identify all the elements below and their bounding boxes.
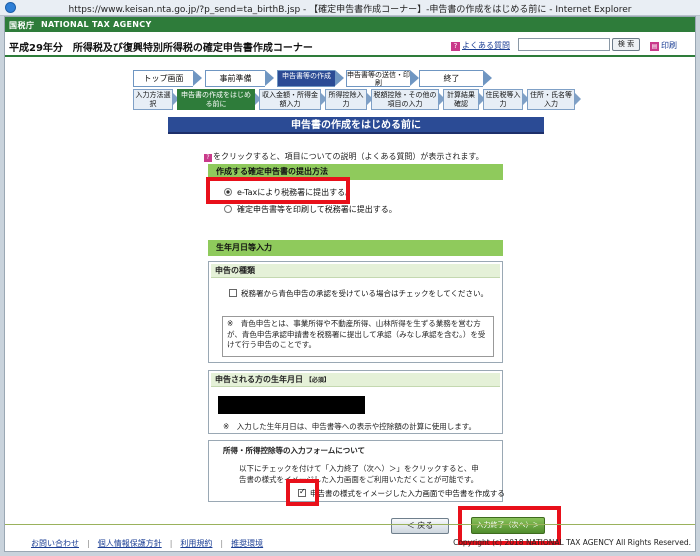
step-preparation: 事前準備 — [205, 70, 274, 87]
form-image-label: 申告書の様式をイメージした入力画面で申告書を作成する — [310, 489, 505, 498]
step-top: トップ画面 — [133, 70, 202, 87]
faq-link[interactable]: ? よくある質問 — [451, 40, 510, 51]
faq-link-label: よくある質問 — [462, 41, 510, 50]
nta-agency-name: NATIONAL TAX AGENCY — [41, 20, 152, 29]
step-create: 申告書等の作成 — [277, 70, 344, 87]
footer-link-privacy[interactable]: 個人情報保護方針 — [98, 539, 162, 548]
footer-link-terms[interactable]: 利用規約 — [180, 539, 212, 548]
form-image-checkbox[interactable] — [298, 487, 306, 497]
nta-logo[interactable]: 国税庁 — [9, 20, 35, 31]
substep-before-start: 申告書の作成をはじめる前に — [177, 89, 261, 110]
radio-etax-label: e-Taxにより税務署に提出する。 — [237, 188, 354, 197]
divider: | — [169, 539, 173, 548]
blue-return-checkbox-row[interactable]: 税務署から青色申告の承認を受けている場合はチェックをしてください。 — [229, 288, 488, 299]
dob-input-redacted[interactable] — [218, 396, 365, 414]
form-about-desc-1: 以下にチェックを付けて「入力終了（次へ）＞」をクリックすると、申 — [239, 464, 479, 473]
blue-return-note: ※ 青色申告とは、事業所得や不動産所得、山林所得を生ずる業務を営む方が、青色申告… — [222, 316, 494, 357]
print-guide-label: 印刷 — [661, 41, 677, 50]
step-finish: 終了 — [419, 70, 492, 87]
page-footer: お問い合わせ | 個人情報保護方針 | 利用規約 | 推奨環境 Copyright (c) … — [5, 524, 695, 552]
substep-resident-tax: 住民税等入力 — [483, 89, 529, 110]
radio-print-label: 確定申告書等を印刷して税務署に提出する。 — [237, 205, 397, 214]
required-badge-text: 必須 — [311, 377, 324, 384]
form-about-desc-2: 告書の様式をイメージした入力画面をご利用いただくことが可能です。 — [239, 475, 479, 484]
form-about-heading: 所得・所得控除等の入力フォームについて — [223, 446, 366, 455]
search-button[interactable]: 検 索 — [612, 38, 640, 51]
nta-banner: 国税庁 NATIONAL TAX AGENCY — [5, 17, 695, 32]
submission-heading: 作成する確定申告書の提出方法 — [208, 164, 503, 180]
search-input[interactable] — [518, 38, 610, 51]
page-title: 平成29年分 所得税及び復興特別所得税の確定申告書作成コーナー — [9, 43, 313, 54]
substep-deduction: 所得控除入力 — [325, 89, 373, 110]
question-icon: ? — [451, 42, 460, 51]
book-icon: ▤ — [650, 42, 659, 51]
birth-heading: 生年月日等入力 — [208, 240, 503, 256]
declaration-type-heading: 申告の種類 — [211, 264, 500, 278]
substep-address-name: 住所・氏名等入力 — [527, 89, 581, 110]
substep-tax-credit: 税額控除・その他の項目の入力 — [371, 89, 445, 110]
divider: | — [87, 539, 90, 548]
blue-return-label: 税務署から青色申告の承認を受けている場合はチェックをしてください。 — [241, 289, 489, 298]
footer-links: お問い合わせ | 個人情報保護方針 | 利用規約 | 推奨環境 — [31, 538, 263, 549]
footer-link-environment[interactable]: 推奨環境 — [231, 539, 263, 548]
footer-link-contact[interactable]: お問い合わせ — [31, 539, 79, 548]
window-titlebar: https://www.keisan.nta.go.jp/?p_send=ta_… — [0, 0, 700, 16]
radio-etax[interactable]: e-Taxにより税務署に提出する。 — [224, 187, 353, 198]
browser-viewport: 国税庁 NATIONAL TAX AGENCY 平成29年分 所得税及び復興特別… — [4, 16, 696, 552]
copyright: Copyright (c) 2018 NATIONAL TAX AGENCY A… — [453, 538, 691, 547]
substep-input-method: 入力方法選択 — [133, 89, 179, 110]
form-image-checkbox-row[interactable]: 申告書の様式をイメージした入力画面で申告書を作成する — [298, 487, 505, 499]
dob-heading-text: 申告される方の生年月日 — [215, 375, 303, 384]
step-send-print: 申告書等の送信・印刷 — [346, 70, 419, 87]
radio-unselected-icon[interactable] — [224, 205, 232, 213]
required-badge: 【必須】 — [305, 377, 330, 384]
divider: | — [220, 539, 224, 548]
help-note-text: をクリックすると、項目についての説明（よくある質問）が表示されます。 — [213, 152, 484, 161]
window-title: https://www.keisan.nta.go.jp/?p_send=ta_… — [68, 5, 632, 15]
question-icon: ? — [204, 154, 212, 162]
substep-income: 収入金額・所得金額入力 — [259, 89, 327, 110]
blue-return-checkbox[interactable] — [229, 289, 237, 297]
dob-heading: 申告される方の生年月日 【必須】 — [211, 373, 500, 387]
radio-selected-icon[interactable] — [224, 188, 232, 196]
print-guide-link[interactable]: ▤ 印刷 — [650, 40, 677, 51]
page-header: 平成29年分 所得税及び復興特別所得税の確定申告書作成コーナー ? よくある質問 … — [5, 32, 695, 57]
dob-note: ※ 入力した生年月日は、申告書等への表示や控除額の計算に使用します。 — [223, 422, 477, 431]
section-title: 申告書の作成をはじめる前に — [168, 117, 544, 134]
substep-result: 計算結果確認 — [443, 89, 485, 110]
radio-print[interactable]: 確定申告書等を印刷して税務署に提出する。 — [224, 204, 397, 215]
help-note: ? をクリックすると、項目についての説明（よくある質問）が表示されます。 — [204, 151, 484, 162]
